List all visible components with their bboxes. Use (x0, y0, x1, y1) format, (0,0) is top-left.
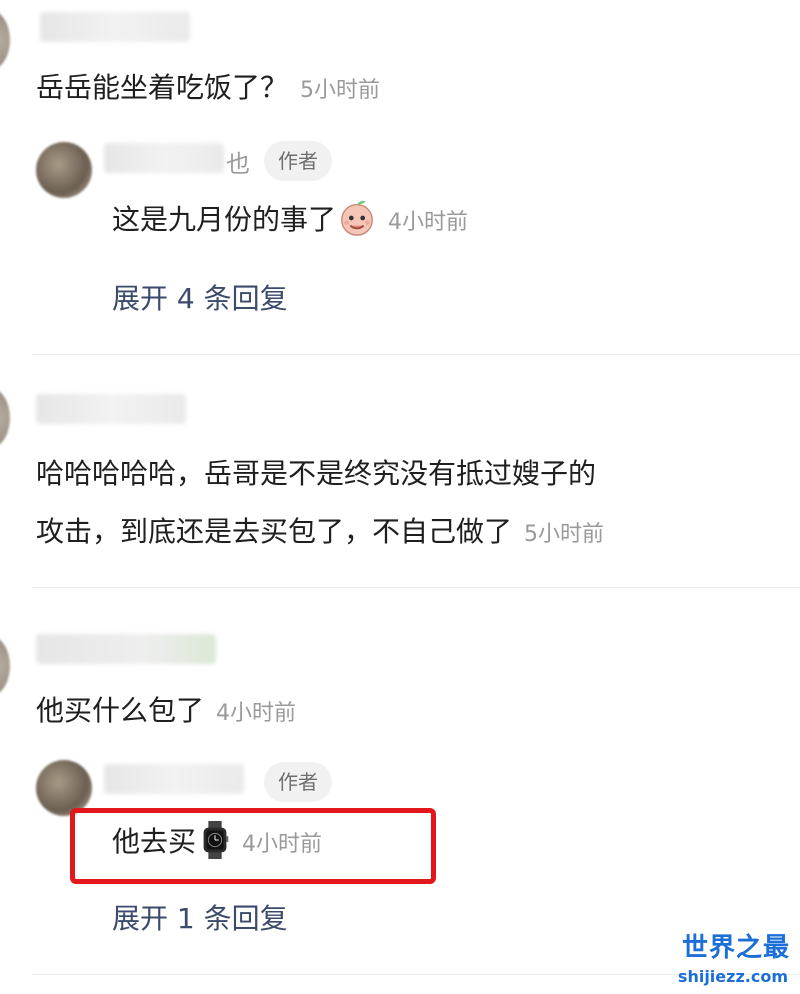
divider-1 (32, 354, 800, 355)
reply2-body: 他去买 4小时前 (112, 820, 322, 860)
reply2-username-blurred[interactable] (104, 764, 244, 794)
comment1-body: 岳岳能坐着吃饭了？ 5小时前 (36, 66, 380, 106)
author-badge: 作者 (264, 141, 332, 181)
comment3-time: 4小时前 (216, 701, 297, 726)
comment1-time: 5小时前 (300, 78, 381, 103)
watch-emoji-icon (203, 821, 229, 859)
comment2-line2: 攻击，到底还是去买包了，不自己做了 (36, 515, 513, 548)
watermark-url: shijiezz.com (677, 967, 788, 986)
comment1-text: 岳岳能坐着吃饭了？ (36, 71, 289, 104)
comment2-avatar[interactable] (0, 388, 10, 448)
comment2-line1: 哈哈哈哈哈，岳哥是不是终究没有抵过嫂子的 (36, 457, 597, 490)
reply1-time: 4小时前 (388, 210, 469, 235)
comment2-time: 5小时前 (524, 522, 605, 547)
reply1-body: 这是九月份的事了 4小时前 (112, 198, 468, 238)
reply2-time: 4小时前 (242, 832, 323, 857)
reply2-text: 他去买 (112, 825, 197, 858)
reply1-avatar[interactable] (36, 142, 92, 198)
author-badge-2: 作者 (264, 762, 332, 802)
comment3-avatar[interactable] (0, 636, 10, 696)
reply1-username-blurred[interactable] (104, 143, 224, 173)
comment1-username-blurred[interactable] (40, 12, 190, 42)
expand-replies-button-2[interactable]: 展开 1 条回复 (112, 897, 288, 937)
comment2-username-blurred[interactable] (36, 394, 186, 424)
comment3-username-blurred[interactable] (36, 634, 216, 664)
expand-replies-button-1[interactable]: 展开 4 条回复 (112, 277, 288, 317)
watermark-title: 世界之最 (681, 933, 790, 963)
comment3-body: 他买什么包了 4小时前 (36, 689, 296, 729)
reply1-text: 这是九月份的事了 (112, 203, 337, 236)
peach-face-emoji-icon (341, 200, 373, 236)
reply1-username-suffix: 也 (226, 150, 250, 178)
comment2-line2-wrap: 攻击，到底还是去买包了，不自己做了 5小时前 (36, 510, 604, 550)
comment3-text: 他买什么包了 (36, 694, 205, 727)
divider-2 (32, 587, 800, 588)
comment1-avatar[interactable] (0, 10, 10, 70)
